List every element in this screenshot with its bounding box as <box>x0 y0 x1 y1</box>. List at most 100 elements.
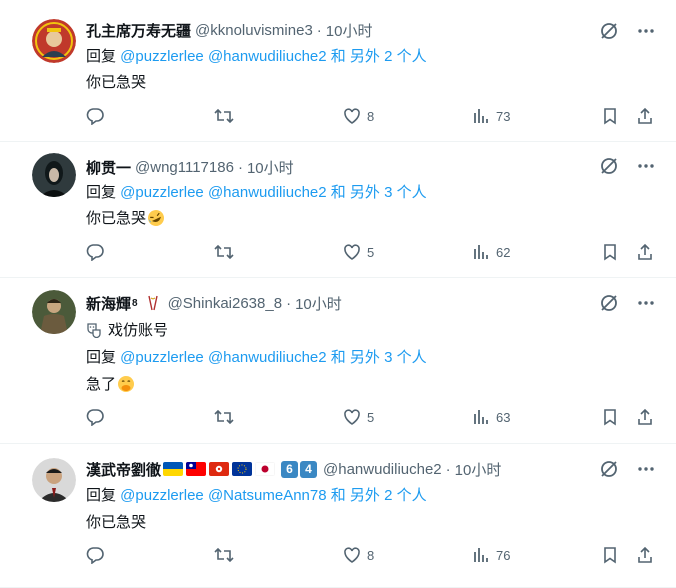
reply-prefix: 回复 <box>86 48 121 65</box>
share-button[interactable] <box>636 243 654 261</box>
more-options-icon[interactable] <box>636 156 656 176</box>
avatar[interactable] <box>32 290 76 334</box>
views-button[interactable]: 62 <box>472 243 510 261</box>
share-button[interactable] <box>636 107 654 125</box>
grok-icon[interactable] <box>599 459 619 479</box>
views-button[interactable]: 76 <box>472 546 510 564</box>
avatar[interactable] <box>32 19 76 63</box>
ukraine-flag <box>163 462 184 476</box>
mention-link[interactable]: @puzzlerlee <box>120 184 204 201</box>
display-name[interactable]: 柳贯一 <box>86 157 131 178</box>
keycap-4: 4 <box>300 460 318 478</box>
retweet-icon <box>214 244 234 260</box>
like-count: 8 <box>367 547 375 563</box>
mention-link[interactable]: @puzzlerlee <box>120 487 204 504</box>
retweet-button[interactable] <box>214 408 234 426</box>
retweet-button[interactable] <box>214 243 234 261</box>
grok-icon[interactable] <box>599 293 619 313</box>
tweet-text: 急了 <box>86 373 135 394</box>
views-chart-icon <box>474 245 488 259</box>
reply-button[interactable] <box>86 243 104 261</box>
mention-link[interactable]: @hanwudiliuche2 <box>208 184 327 201</box>
like-count: 8 <box>367 108 375 124</box>
mention-link[interactable]: @NatsumeAnn78 <box>208 487 327 504</box>
heart-icon <box>344 244 360 260</box>
share-button[interactable] <box>636 546 654 564</box>
view-count: 62 <box>496 244 511 260</box>
bookmark-button[interactable] <box>601 408 619 426</box>
timestamp[interactable]: 10小时 <box>295 293 342 314</box>
mention-link[interactable]: @hanwudiliuche2 <box>208 48 327 65</box>
grok-icon[interactable] <box>599 21 619 41</box>
like-button[interactable]: 8 <box>343 107 374 125</box>
reply-icon <box>86 244 104 261</box>
action-bar: 8 76 <box>0 546 676 568</box>
tweet-text-content: 你已急哭 <box>86 514 147 531</box>
like-count: 5 <box>367 244 375 260</box>
reply-icon <box>86 108 104 125</box>
retweet-button[interactable] <box>214 107 234 125</box>
action-bar: 5 63 <box>0 408 676 430</box>
like-button[interactable]: 5 <box>343 243 374 261</box>
reply-context: 回复 @puzzlerlee @hanwudiliuche2 和 另外 3 个人 <box>86 181 427 202</box>
chopsticks-icon <box>147 295 158 311</box>
reply-context: 回复 @puzzlerlee @NatsumeAnn78 和 另外 2 个人 <box>86 484 427 505</box>
view-count: 73 <box>496 108 511 124</box>
timestamp[interactable]: 10小时 <box>247 157 294 178</box>
others-link[interactable]: 和 另外 3 个人 <box>327 349 427 366</box>
user-handle[interactable]: @kknoluvismine3 <box>195 22 313 39</box>
share-icon <box>638 243 652 260</box>
bookmark-button[interactable] <box>601 546 619 564</box>
eu-flag <box>232 462 253 476</box>
timestamp[interactable]: 10小时 <box>455 459 502 480</box>
tweet-text-content: 你已急哭 <box>86 74 147 91</box>
view-count: 76 <box>496 547 511 563</box>
display-name[interactable]: 漢武帝劉徹 <box>86 459 161 480</box>
views-button[interactable]: 73 <box>472 107 510 125</box>
bookmark-icon <box>604 547 616 564</box>
reply-context: 回复 @puzzlerlee @hanwudiliuche2 和 另外 2 个人 <box>86 45 427 66</box>
display-name[interactable]: 孔主席万寿无疆 <box>86 20 191 41</box>
action-bar: 8 73 <box>0 107 676 129</box>
avatar[interactable] <box>32 458 76 502</box>
like-button[interactable]: 5 <box>343 408 374 426</box>
more-options-icon[interactable] <box>636 21 656 41</box>
user-handle[interactable]: @hanwudiliuche2 <box>323 461 442 478</box>
grok-icon[interactable] <box>599 156 619 176</box>
like-button[interactable]: 8 <box>343 546 374 564</box>
mention-link[interactable]: @hanwudiliuche2 <box>208 349 327 366</box>
reply-button[interactable] <box>86 546 104 564</box>
reply-button[interactable] <box>86 408 104 426</box>
share-button[interactable] <box>636 408 654 426</box>
retweet-button[interactable] <box>214 546 234 564</box>
user-handle[interactable]: @wng1117186 <box>135 159 234 176</box>
others-link[interactable]: 和 另外 3 个人 <box>327 184 427 201</box>
tweet[interactable]: 漢武帝劉徹 64 @hanwudiliuche2 · 10小时 回复 @puzz… <box>0 444 676 588</box>
separator-dot: · <box>237 158 243 176</box>
tweet-text: 你已急哭 <box>86 71 146 92</box>
tweet[interactable]: 柳贯一 @wng1117186 · 10小时 回复 @puzzlerlee @h… <box>0 142 676 278</box>
user-handle[interactable]: @Shinkai2638_8 <box>168 295 282 312</box>
mention-link[interactable]: @puzzlerlee <box>120 349 204 366</box>
views-button[interactable]: 63 <box>472 408 510 426</box>
tweet-header: 漢武帝劉徹 64 @hanwudiliuche2 · 10小时 <box>86 458 501 480</box>
more-options-icon[interactable] <box>636 459 656 479</box>
others-link[interactable]: 和 另外 2 个人 <box>327 48 427 65</box>
others-link[interactable]: 和 另外 2 个人 <box>327 487 427 504</box>
more-options-icon[interactable] <box>636 293 656 313</box>
tweet-text-content: 你已急哭 <box>86 210 147 227</box>
bookmark-button[interactable] <box>601 243 619 261</box>
separator-dot: · <box>286 294 292 312</box>
display-name[interactable]: 新海輝 <box>86 293 131 314</box>
avatar[interactable] <box>32 153 76 197</box>
reply-button[interactable] <box>86 107 104 125</box>
name-superscript: 8 <box>132 297 138 309</box>
retweet-icon <box>214 547 234 563</box>
mention-link[interactable]: @puzzlerlee <box>120 48 204 65</box>
tweet[interactable]: 孔主席万寿无疆 @kknoluvismine3 · 10小时 回复 @puzzl… <box>0 0 676 142</box>
flag-emojis: 64 <box>163 460 319 478</box>
tweet-header: 新海輝 8 @Shinkai2638_8 · 10小时 <box>86 292 342 314</box>
bookmark-button[interactable] <box>601 107 619 125</box>
tweet[interactable]: 新海輝 8 @Shinkai2638_8 · 10小时 戏仿账号 回复 @puzz… <box>0 278 676 444</box>
timestamp[interactable]: 10小时 <box>326 20 373 41</box>
